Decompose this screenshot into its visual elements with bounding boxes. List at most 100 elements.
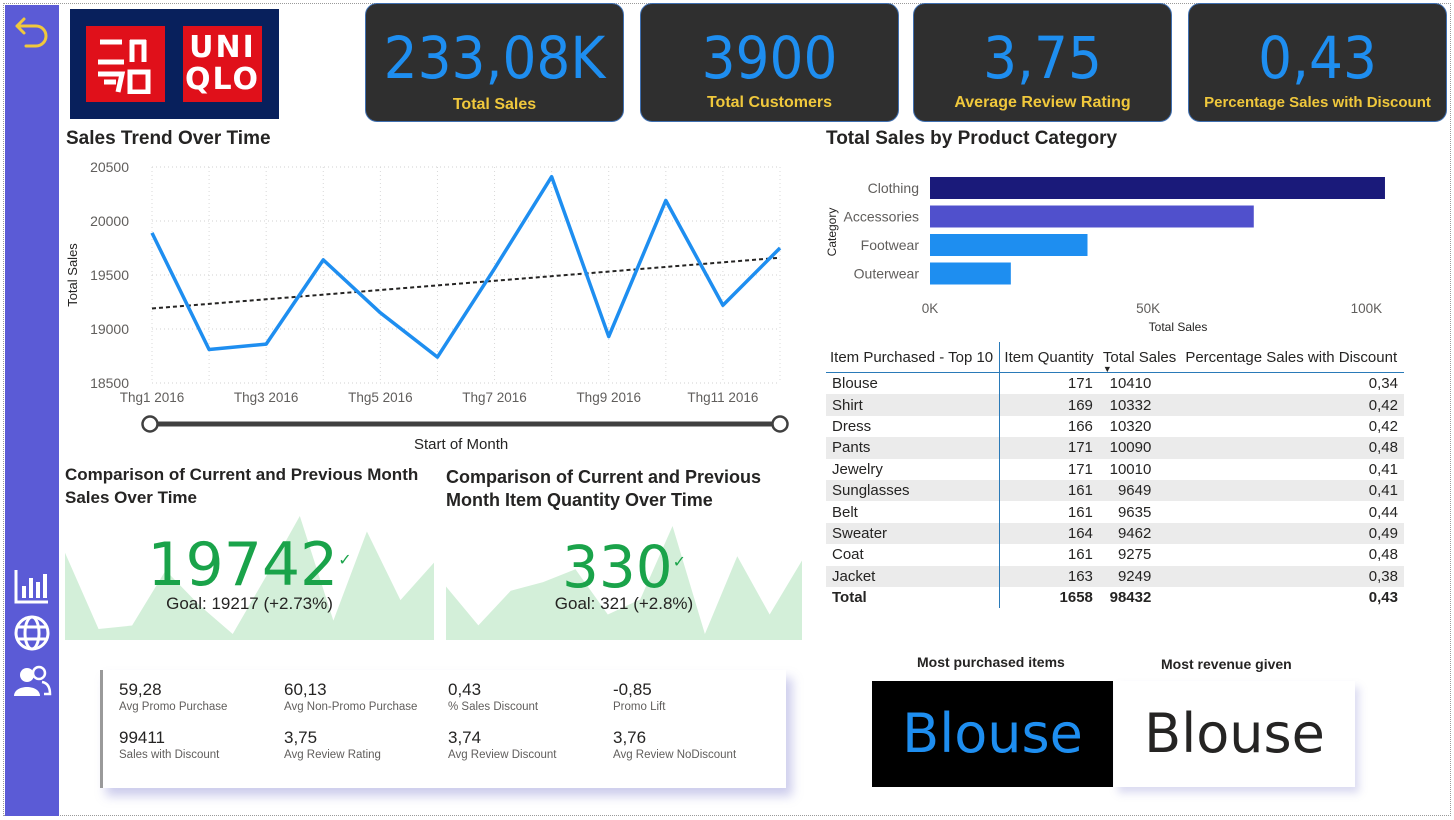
- comparison-qty-title: Comparison of Current and Previous Month…: [446, 467, 762, 510]
- y-tick-label: 19500: [90, 267, 129, 283]
- metric-avg-review-nodiscount: 3,76 Avg Review NoDiscount: [613, 728, 773, 761]
- cell-discount-pct: 0,42: [1368, 417, 1398, 435]
- col-header-quantity[interactable]: Item Quantity: [1000, 342, 1099, 373]
- table-row[interactable]: Coat 161 9275 0,48: [826, 544, 1404, 566]
- metric-avg-review-rating: 3,75 Avg Review Rating: [284, 728, 444, 761]
- kpi-value: 3,75: [983, 24, 1102, 92]
- kpi-label: Average Review Rating: [954, 94, 1131, 111]
- cell-item: Belt: [826, 501, 1001, 523]
- cell-item: Coat: [826, 544, 1001, 566]
- metric-promo-lift: -0,85 Promo Lift: [613, 680, 773, 713]
- cell-item: Sweater: [826, 522, 1001, 545]
- metric-value: 0,43: [448, 680, 482, 699]
- kpi-total-customers-card[interactable]: 3900 Total Customers: [640, 3, 899, 122]
- kpi-value: 3900: [701, 24, 838, 92]
- x-tick-label: Thg9 2016: [576, 390, 641, 405]
- table-row[interactable]: Jewelry 171 10010 0,41: [826, 458, 1404, 480]
- cell-item: Pants: [826, 437, 1001, 459]
- cell-item: Dress: [826, 415, 1001, 438]
- kpi-discount-pct-card[interactable]: 0,43 Percentage Sales with Discount: [1188, 3, 1447, 122]
- metric-label: Promo Lift: [613, 701, 666, 713]
- kpi-label: Total Sales: [452, 96, 537, 113]
- metric-label: % Sales Discount: [448, 701, 539, 713]
- col-header-item[interactable]: Item Purchased - Top 10: [826, 342, 1001, 373]
- metric-label: Avg Review NoDiscount: [613, 749, 737, 761]
- bar-chart-icon[interactable]: [12, 566, 52, 606]
- cell-discount-pct: 0,48: [1368, 546, 1398, 564]
- category-label: Footwear: [861, 237, 920, 253]
- table-row[interactable]: Shirt 169 10332 0,42: [826, 394, 1404, 416]
- cell-quantity: 171: [999, 437, 1099, 459]
- cell-quantity: 163: [999, 565, 1099, 587]
- users-icon[interactable]: [12, 662, 52, 702]
- table-row[interactable]: Pants 171 10090 0,48: [826, 437, 1404, 459]
- x-tick-label: Thg3 2016: [234, 390, 299, 405]
- y-axis-label: Category: [825, 208, 839, 257]
- cell-quantity: 161: [1067, 546, 1093, 564]
- sort-desc-icon[interactable]: ▼: [1103, 364, 1112, 374]
- comparison-qty-value: 330: [561, 533, 673, 601]
- globe-icon[interactable]: [12, 613, 52, 653]
- most-purchased-card[interactable]: Blouse: [872, 681, 1113, 787]
- comparison-sales-title: Comparison of Current and Previous Month…: [65, 465, 419, 507]
- cell-quantity: 164: [999, 522, 1099, 545]
- total-sales: 98432: [1109, 589, 1152, 607]
- metric-avg-non-promo-purchase: 60,13 Avg Non-Promo Purchase: [284, 680, 444, 713]
- cell-total-sales: 10410: [1109, 375, 1152, 393]
- comparison-qty-goal: Goal: 321 (+2.8%): [554, 594, 694, 613]
- cell-total-sales: 10090: [1098, 437, 1182, 459]
- comparison-sales-kpi[interactable]: 19742✓ Goal: 19217 (+2.73%): [65, 530, 434, 614]
- sales-trend-chart[interactable]: 18500 19000 19500 20000 20500 Thg1 2016 Thg3 2…: [60, 155, 800, 455]
- kpi-value: 233,08K: [383, 24, 606, 92]
- x-tick-label: Thg7 2016: [462, 390, 527, 405]
- metric-sales-discount-pct: 0,43 % Sales Discount: [448, 680, 608, 713]
- cell-total-sales: 10332: [1098, 394, 1182, 416]
- category-bar: [930, 234, 1088, 256]
- x-tick-label: 50K: [1136, 301, 1160, 316]
- table-row[interactable]: Sunglasses 161 9649 0,41: [826, 479, 1404, 502]
- metric-value: -0,85: [613, 680, 652, 699]
- table-row[interactable]: Blouse 171 10410 0,34: [826, 372, 1404, 395]
- navigation-sidebar: [5, 5, 59, 816]
- table-row[interactable]: Dress 166 10320 0,42: [826, 415, 1404, 438]
- cell-total-sales: 9249: [1098, 565, 1182, 587]
- kpi-label: Percentage Sales with Discount: [1204, 94, 1431, 111]
- comparison-qty-kpi[interactable]: 330✓ Goal: 321 (+2.8%): [446, 532, 802, 614]
- comparison-sales-value: 19742: [147, 530, 339, 600]
- cell-quantity: 171: [1067, 460, 1093, 478]
- most-revenue-card[interactable]: Blouse: [1114, 681, 1355, 787]
- table-row[interactable]: Belt 161 9635 0,44: [826, 501, 1404, 523]
- col-header-total-sales[interactable]: Total Sales ▼: [1099, 342, 1181, 375]
- metric-value: 3,76: [613, 728, 647, 747]
- cell-quantity: 171: [1067, 375, 1093, 393]
- most-purchased-title: Most purchased items: [917, 654, 1065, 670]
- x-tick-label: Thg1 2016: [120, 390, 185, 405]
- metric-value: 3,74: [448, 728, 482, 747]
- table-row[interactable]: Jacket 163 9249 0,38: [826, 565, 1404, 587]
- category-label: Accessories: [844, 209, 919, 225]
- x-axis-label: Total Sales: [1149, 320, 1208, 334]
- logo-katakana: [86, 26, 165, 102]
- sales-line-series: [150, 174, 782, 359]
- x-tick-label: Thg11 2016: [687, 390, 758, 405]
- promo-metrics-card[interactable]: 59,28 Avg Promo Purchase 60,13 Avg Non-P…: [100, 670, 786, 788]
- metric-avg-promo-purchase: 59,28 Avg Promo Purchase: [119, 680, 279, 713]
- top-items-table[interactable]: Item Purchased - Top 10 Item Quantity To…: [826, 342, 1404, 609]
- metric-label: Sales with Discount: [119, 749, 220, 761]
- y-axis-label: Total Sales: [65, 243, 80, 307]
- kpi-total-sales-card[interactable]: 233,08K Total Sales: [365, 3, 624, 122]
- y-tick-label: 20500: [90, 159, 129, 175]
- metric-label: Avg Review Discount: [448, 749, 557, 761]
- total-quantity: 1658: [1059, 589, 1093, 607]
- table-row[interactable]: Sweater 164 9462 0,49: [826, 522, 1404, 545]
- kpi-average-review-card[interactable]: 3,75 Average Review Rating: [913, 3, 1172, 122]
- slider-handle-end[interactable]: [771, 415, 789, 433]
- back-arrow-icon[interactable]: [12, 9, 52, 49]
- col-header-discount-pct[interactable]: Percentage Sales with Discount: [1181, 342, 1404, 373]
- slider-label: Start of Month: [414, 436, 509, 453]
- category-bar-chart[interactable]: Clothing Accessories Footwear Outerwear 0K 50…: [820, 160, 1420, 340]
- cell-discount-pct: 0,48: [1181, 437, 1404, 459]
- cell-total-sales: 9635: [1117, 503, 1152, 521]
- slider-handle-start[interactable]: [141, 415, 159, 433]
- category-bar: [930, 262, 1011, 285]
